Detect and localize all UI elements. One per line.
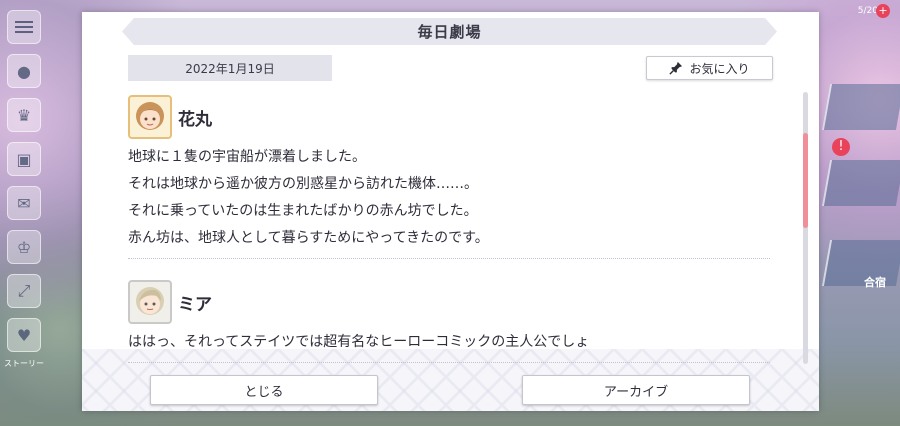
- plus-icon[interactable]: +: [876, 4, 890, 18]
- stamina-counter: 5/20: [857, 6, 878, 16]
- dialogue-list[interactable]: 花丸 地球に１隻の宇宙船が漂着しました。 それは地球から遥か彼方の別惑星から訪れ…: [128, 94, 770, 364]
- expand-icon[interactable]: ⤢: [7, 274, 41, 308]
- dialog-title: 毎日劇場: [417, 23, 482, 41]
- archive-button[interactable]: アーカイブ: [522, 375, 750, 405]
- favorite-label: お気に入り: [689, 61, 750, 76]
- avatar-mia: [128, 280, 172, 324]
- chat-icon[interactable]: ●: [7, 54, 41, 88]
- dialogue-line: 赤ん坊は、地球人として暮らすためにやってきたのです。: [128, 230, 489, 246]
- camp-label: 合宿: [864, 276, 886, 289]
- dialogue-line: それは地球から遥か彼方の別惑星から訪れた機体……。: [128, 176, 478, 192]
- notification-icon: !: [832, 138, 850, 156]
- favorite-button[interactable]: お気に入り: [646, 56, 773, 80]
- date-label: 2022年1月19日: [128, 55, 332, 81]
- dialogue-line: それに乗っていたのは生まれたばかりの赤ん坊でした。: [128, 203, 478, 219]
- right-menu-tile[interactable]: [821, 160, 900, 206]
- daily-theater-dialog: 毎日劇場 2022年1月19日 お気に入り 花丸 地球に１隻の宇宙船が漂着しまし…: [82, 12, 819, 411]
- pin-icon: [669, 61, 683, 75]
- story-icon[interactable]: ♥: [7, 318, 41, 352]
- speaker-name: ミア: [178, 294, 212, 315]
- avatar-hanamaru: [128, 95, 172, 139]
- dialogue-entry: 花丸 地球に１隻の宇宙船が漂着しました。 それは地球から遥か彼方の別惑星から訪れ…: [128, 94, 770, 269]
- message-icon[interactable]: ✉: [7, 186, 41, 220]
- dialogue-line: 地球に１隻の宇宙船が漂着しました。: [128, 149, 366, 165]
- dialogue-entry: ミア ははっ、それってステイツでは超有名なヒーローコミックの主人公でしょ: [128, 279, 770, 364]
- camp-tile[interactable]: [821, 240, 900, 286]
- crown-icon[interactable]: ♛: [7, 98, 41, 132]
- left-side-menu: ● ♛ ▣ ✉ ♔ ⤢ ♥ ストーリー: [0, 0, 48, 426]
- right-side-menu: 5/20 + ! 合宿: [818, 0, 900, 426]
- close-button[interactable]: とじる: [150, 375, 378, 405]
- trophy-icon[interactable]: ♔: [7, 230, 41, 264]
- dialogue-line: ははっ、それってステイツでは超有名なヒーローコミックの主人公でしょ: [128, 334, 590, 350]
- scrollbar[interactable]: [803, 92, 808, 364]
- scrollbar-thumb[interactable]: [803, 133, 808, 228]
- entry-divider: [128, 362, 770, 363]
- gift-icon[interactable]: ▣: [7, 142, 41, 176]
- menu-icon[interactable]: [7, 10, 41, 44]
- dialog-title-bar: 毎日劇場: [122, 18, 777, 45]
- speaker-name: 花丸: [178, 109, 212, 130]
- story-label: ストーリー: [4, 359, 44, 368]
- right-menu-tile[interactable]: [821, 84, 900, 130]
- entry-divider: [128, 258, 770, 259]
